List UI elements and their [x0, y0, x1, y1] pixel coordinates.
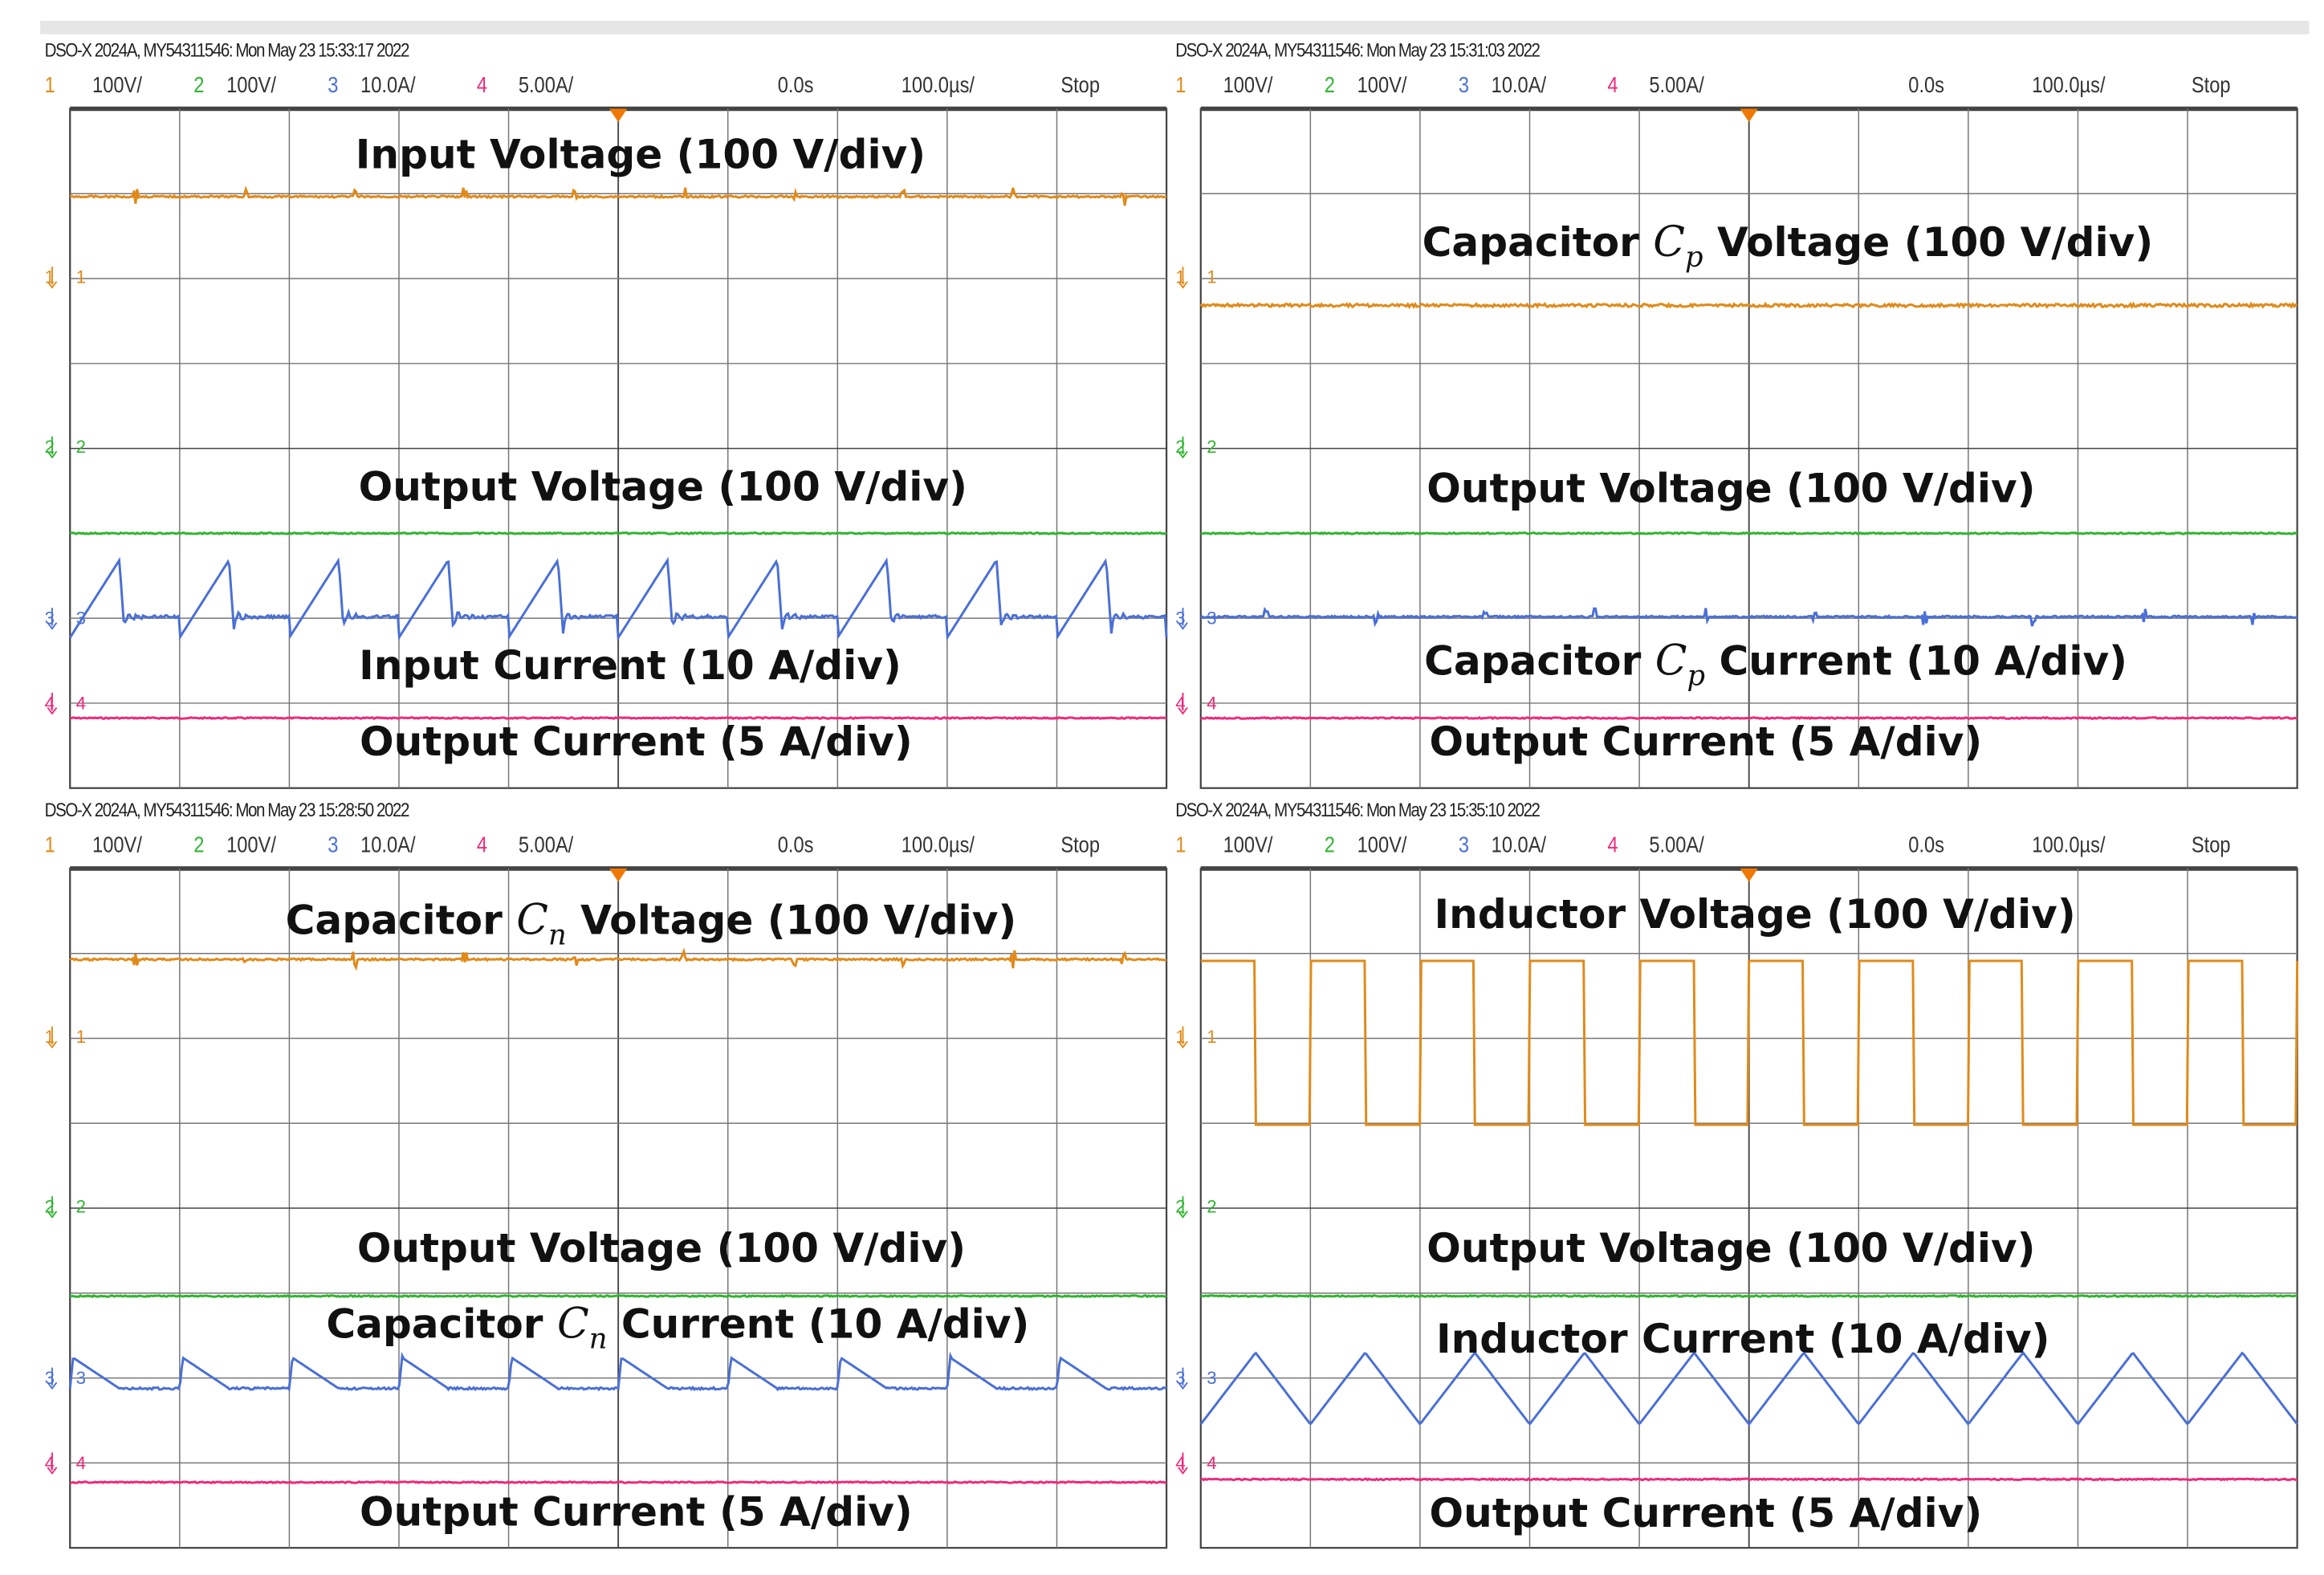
svg-text:1: 1: [76, 1027, 86, 1047]
trace-label: Output Voltage (100 V/div): [1427, 464, 2035, 511]
trace-label: Input Voltage (100 V/div): [356, 131, 926, 178]
svg-text:2: 2: [1207, 437, 1216, 457]
trace-label: Capacitor Cp Current (10 A/div): [1424, 637, 2127, 693]
scope-panel-br: DSO-X 2024A, MY54311546: Mon May 23 15:3…: [1131, 759, 2308, 1549]
channel-4-ground-marker[interactable]: 44: [1175, 692, 1217, 715]
trace-label: Output Voltage (100 V/div): [357, 1224, 966, 1272]
svg-text:4: 4: [1207, 693, 1216, 713]
trace-label: Capacitor Cn Current (10 A/div): [326, 1300, 1029, 1356]
channel-2-ground-marker[interactable]: 22: [1175, 1196, 1217, 1219]
svg-text:4: 4: [1207, 1453, 1216, 1473]
ch2-trace: [70, 531, 1167, 536]
trace-label: Inductor Voltage (100 V/div): [1435, 890, 2076, 938]
trace-label: Capacitor Cp Voltage (100 V/div): [1422, 218, 2154, 274]
channel-3-ground-marker[interactable]: 33: [1175, 1367, 1217, 1390]
svg-text:2: 2: [1207, 1197, 1216, 1217]
channel-1-ground-marker[interactable]: 11: [1175, 267, 1217, 289]
trace-label: Output Voltage (100 V/div): [359, 463, 967, 511]
channel-1-ground-marker[interactable]: 11: [1175, 1026, 1217, 1049]
trace-label: Output Current (5 A/div): [1429, 718, 1982, 765]
svg-text:4: 4: [76, 693, 86, 713]
scope-screen: 1 1 2 2 3 3 4 4 Capacitor Cn Voltage (100 V/div)…: [45, 866, 1168, 1549]
svg-text:3: 3: [1207, 1368, 1216, 1388]
channel-4-ground-marker[interactable]: 44: [1175, 1452, 1217, 1475]
figure: DSO-X 2024A, MY54311546: Mon May 23 15:3…: [0, 0, 2324, 1575]
scope-panel-bl: DSO-X 2024A, MY54311546: Mon May 23 15:2…: [0, 759, 1177, 1549]
channel-2-ground-marker[interactable]: 22: [45, 436, 86, 459]
scope-panel-tr: DSO-X 2024A, MY54311546: Mon May 23 15:3…: [1131, 0, 2308, 789]
ch4-trace: [70, 1479, 1167, 1485]
trace-label: Capacitor Cn Voltage (100 V/div): [286, 897, 1017, 952]
channel-3-ground-marker[interactable]: 33: [45, 1367, 86, 1390]
channel-3-ground-marker[interactable]: 33: [45, 608, 86, 630]
scope-panel-tl: DSO-X 2024A, MY54311546: Mon May 23 15:3…: [0, 0, 1177, 789]
svg-text:2: 2: [76, 1197, 86, 1217]
svg-text:1: 1: [1207, 1027, 1216, 1047]
channel-4-ground-marker[interactable]: 44: [45, 692, 86, 715]
svg-text:1: 1: [76, 267, 86, 287]
trace-label: Input Current (10 A/div): [359, 641, 902, 689]
trace-label: Output Voltage (100 V/div): [1427, 1224, 2035, 1272]
channel-1-ground-marker[interactable]: 11: [45, 1026, 86, 1049]
trace-label: Output Current (5 A/div): [360, 718, 913, 765]
ch2-trace: [1200, 531, 2298, 535]
channel-2-ground-marker[interactable]: 22: [1175, 436, 1217, 459]
scope-screen: 1 1 2 2 3 3 4 4 Inductor Voltage (100 V/div) Outp…: [1175, 866, 2299, 1549]
scope-screen: 1 12 23 34 4Capacitor Cp Voltage (100 V/div)…: [1175, 106, 2298, 789]
svg-text:4: 4: [76, 1453, 86, 1473]
channel-1-ground-marker[interactable]: 11: [45, 267, 86, 289]
svg-text:3: 3: [76, 1368, 86, 1388]
channel-4-ground-marker[interactable]: 44: [45, 1452, 86, 1475]
svg-text:2: 2: [76, 437, 86, 457]
svg-text:1: 1: [1207, 267, 1216, 287]
trace-label: Inductor Current (10 A/div): [1436, 1315, 2050, 1362]
trace-label: Output Current (5 A/div): [360, 1488, 913, 1535]
trace-label: Output Current (5 A/div): [1429, 1489, 1982, 1536]
scope-screen: 1 1 2 2 3 3 4 4 Input Voltage (100 V/div) Output …: [45, 106, 1168, 789]
channel-2-ground-marker[interactable]: 22: [45, 1196, 86, 1219]
